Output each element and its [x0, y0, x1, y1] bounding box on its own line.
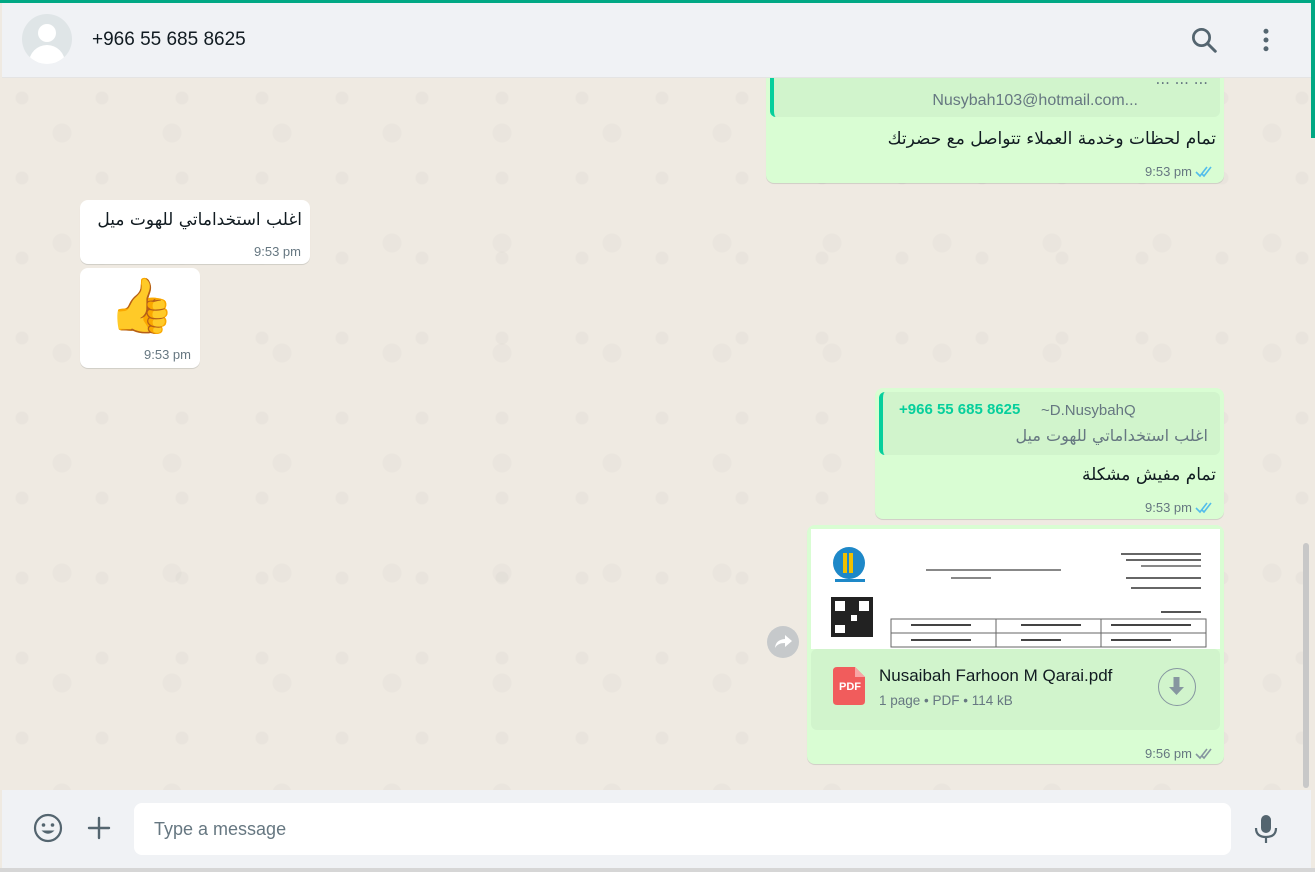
quoted-author: +966 55 685 8625 [899, 401, 1021, 418]
message-input[interactable] [134, 803, 1231, 855]
file-name: Nusaibah Farhoon M Qarai.pdf [879, 666, 1113, 685]
document-row[interactable]: PDF Nusaibah Farhoon M Qarai.pdf 1 page … [811, 649, 1220, 730]
search-icon[interactable] [1189, 25, 1219, 55]
menu-icon[interactable] [1251, 25, 1281, 55]
quoted-message[interactable]: +966 55 685 8625 ~D.NusybahQ اغلب استخدا… [879, 392, 1220, 455]
download-icon [1169, 677, 1184, 695]
message-time: 9:53 pm [1145, 164, 1192, 179]
quoted-text: اغلب استخداماتي للهوت ميل [1015, 426, 1208, 445]
window-bottom-edge [0, 868, 1315, 872]
message-text: تمام مفيش مشكلة [1082, 465, 1216, 485]
read-ticks-icon [1195, 166, 1212, 178]
message-time: 9:53 pm [1145, 500, 1192, 515]
avatar-body [29, 45, 65, 64]
message-outgoing[interactable]: ... ... ... Nusybah103@hotmail.com... تم… [766, 78, 1224, 183]
message-outgoing[interactable]: +966 55 685 8625 ~D.NusybahQ اغلب استخدا… [875, 388, 1224, 519]
contact-avatar[interactable] [22, 14, 72, 64]
file-meta: 1 page • PDF • 114 kB [879, 693, 1013, 708]
read-ticks-icon [1195, 502, 1212, 514]
chat-header: +966 55 685 8625 [2, 3, 1311, 78]
pdf-page-thumbnail [811, 529, 1220, 649]
emoji-icon[interactable] [32, 812, 64, 844]
contact-name[interactable]: +966 55 685 8625 [92, 29, 246, 51]
message-outgoing-document[interactable]: PDF Nusaibah Farhoon M Qarai.pdf 1 page … [807, 525, 1224, 764]
message-incoming-emoji[interactable]: 👍 9:53 pm [80, 268, 200, 368]
mic-icon[interactable] [1252, 813, 1280, 845]
message-text: تمام لحظات وخدمة العملاء تتواصل مع حضرتك [887, 129, 1216, 149]
chat-area[interactable]: ... ... ... Nusybah103@hotmail.com... تم… [2, 78, 1311, 790]
attach-icon[interactable] [86, 815, 112, 841]
message-time: 9:53 pm [254, 244, 301, 259]
avatar-head [38, 24, 56, 42]
message-time: 9:53 pm [144, 347, 191, 362]
forward-button[interactable] [767, 626, 799, 658]
download-button[interactable] [1158, 668, 1196, 706]
message-text: اغلب استخداماتي للهوت ميل [97, 210, 302, 230]
quoted-email: Nusybah103@hotmail.com... [932, 92, 1138, 109]
quoted-alias: ~D.NusybahQ [1041, 402, 1136, 419]
delivered-ticks-icon [1195, 748, 1212, 760]
thumbs-up-icon: 👍 [108, 276, 176, 336]
quoted-message[interactable]: ... ... ... Nusybah103@hotmail.com... [770, 78, 1220, 117]
message-composer [2, 790, 1311, 868]
window-edge-accent [1311, 3, 1315, 138]
pdf-badge: PDF [839, 681, 861, 693]
quoted-text-line: ... ... ... [1155, 78, 1208, 88]
chat-scrollbar[interactable] [1303, 543, 1309, 788]
forward-icon [775, 635, 792, 648]
message-time: 9:56 pm [1145, 746, 1192, 761]
pdf-preview[interactable] [811, 529, 1220, 649]
message-incoming[interactable]: اغلب استخداماتي للهوت ميل 9:53 pm [80, 200, 310, 264]
